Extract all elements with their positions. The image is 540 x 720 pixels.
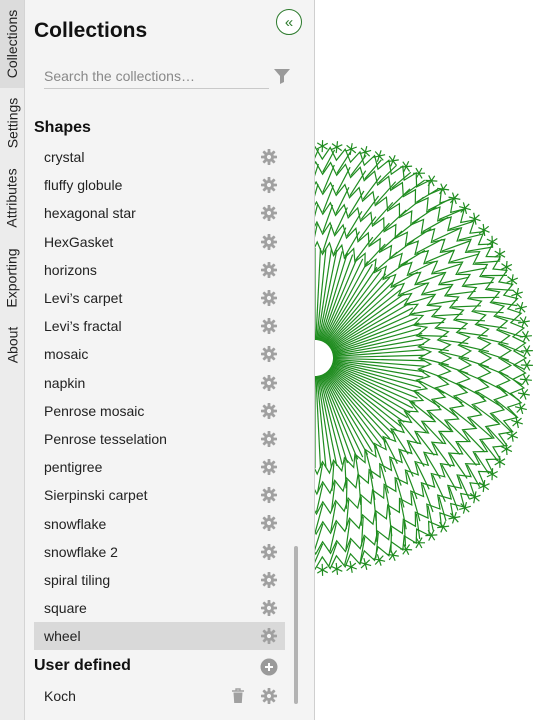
gear-icon[interactable] [261,318,277,335]
gear-icon[interactable] [261,261,277,278]
tab-collections[interactable]: Collections [0,0,24,88]
collection-item[interactable]: Penrose tesselation [34,425,285,453]
collection-item[interactable]: pentigree [34,453,285,481]
collection-item-label: Koch [44,688,76,705]
collection-item-label: horizons [44,261,97,278]
collection-item-label: hexagonal star [44,205,136,222]
collection-item-label: crystal [44,149,85,166]
gear-icon[interactable] [261,402,277,419]
collection-item[interactable]: Levi’s carpet [34,284,285,312]
shapes-section-title: Shapes [34,119,91,136]
collection-item-label: Penrose mosaic [44,402,145,419]
double-chevron-left-icon: « [284,13,294,31]
filter-icon[interactable] [273,67,291,85]
gear-icon[interactable] [261,205,277,222]
collapse-panel-button[interactable]: « [276,9,302,35]
collection-item[interactable]: snowflake [34,509,285,537]
collection-item-label: Levi’s carpet [44,290,123,307]
user-collection-item[interactable]: Koch [34,682,285,710]
collection-item[interactable]: fluffy globule [34,171,285,199]
tab-about-label: About [4,326,20,364]
gear-icon[interactable] [261,177,277,194]
user-defined-section-title: User defined [34,657,131,674]
collection-item[interactable]: wheel [34,622,285,651]
collection-item-label: napkin [44,374,86,391]
collection-item-label: Penrose tesselation [44,430,167,447]
collection-item[interactable]: mosaic [34,340,285,368]
tab-settings-label: Settings [4,97,20,149]
collection-item-label: mosaic [44,346,89,363]
collections-panel: Collections « Shapes crystal fluffy globu… [25,0,315,720]
collection-item-label: square [44,600,87,617]
shapes-list: crystal fluffy globule hexagonal star HexGa… [34,143,285,651]
collection-item-label: wheel [44,628,81,645]
user-defined-list: Koch [34,682,285,710]
collection-item-label: snowflake 2 [44,543,118,560]
gear-icon[interactable] [261,571,277,588]
collection-item[interactable]: napkin [34,369,285,397]
collection-item[interactable]: Sierpinski carpet [34,481,285,509]
gear-icon[interactable] [261,289,277,306]
tab-collections-label: Collections [4,9,21,79]
tab-exporting-label: Exporting [4,248,20,308]
gear-icon[interactable] [261,233,277,250]
gear-icon[interactable] [261,487,277,504]
collection-item[interactable]: crystal [34,143,285,171]
collection-item-label: Sierpinski carpet [44,487,148,504]
collection-item[interactable]: square [34,594,285,622]
gear-icon[interactable] [261,543,277,560]
gear-icon[interactable] [261,688,277,704]
tab-attributes[interactable]: Attributes [0,161,24,235]
collection-item[interactable]: hexagonal star [34,199,285,227]
collection-item-label: snowflake [44,515,107,532]
tab-attributes-label: Attributes [4,168,21,228]
wheel-fractal-drawing [315,140,533,576]
gear-icon[interactable] [261,346,277,363]
collection-item-label: HexGasket [44,233,114,250]
gear-icon[interactable] [261,430,277,447]
collection-item[interactable]: snowflake 2 [34,538,285,566]
search-collections-input[interactable] [44,64,269,89]
gear-icon[interactable] [261,600,277,616]
trash-icon[interactable] [231,688,245,704]
plus-circle-icon[interactable] [260,658,278,676]
collection-item[interactable]: horizons [34,256,285,284]
gear-icon[interactable] [261,459,277,476]
panel-scrollbar[interactable] [294,546,298,704]
collection-item[interactable]: Levi’s fractal [34,312,285,340]
tab-settings[interactable]: Settings [0,90,24,156]
collection-item[interactable]: HexGasket [34,228,285,256]
vertical-tab-strip: Collections Settings Attributes Exportin… [0,0,25,720]
collection-item-label: fluffy globule [44,177,123,194]
collection-item-label: spiral tiling [44,571,111,588]
collection-item[interactable]: spiral tiling [34,566,285,594]
gear-icon[interactable] [261,515,277,532]
tab-about[interactable]: About [0,320,24,370]
collection-item-label: Levi’s fractal [44,318,122,335]
panel-title: Collections [34,19,148,42]
gear-icon[interactable] [261,149,277,165]
gear-icon[interactable] [261,374,277,391]
gear-icon[interactable] [261,628,277,645]
collection-item-label: pentigree [44,459,103,476]
fractal-canvas[interactable] [315,0,540,720]
tab-exporting[interactable]: Exporting [0,241,24,315]
collection-item[interactable]: Penrose mosaic [34,397,285,425]
